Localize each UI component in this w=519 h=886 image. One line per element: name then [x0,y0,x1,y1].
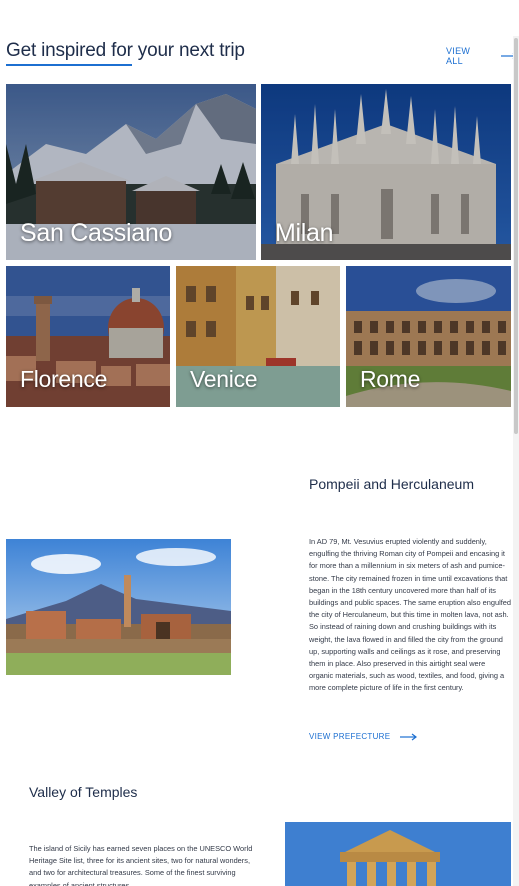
destination-name: Rome [360,366,421,392]
valley-of-temples-image [285,822,511,886]
view-all-link[interactable]: VIEW ALL [446,46,519,66]
title-underline [6,64,132,66]
section-title: Get inspired for your next trip [6,40,245,61]
destination-name: Florence [20,366,108,392]
view-prefecture-link[interactable]: VIEW PREFECTURE [309,732,418,741]
arrow-right-icon [400,733,418,741]
destination-name: San Cassiano [20,219,173,247]
article-body: In AD 79, Mt. Vesuvius erupted violently… [309,537,512,693]
destination-name: Venice [190,366,258,392]
destination-tile-venice[interactable]: Venice [176,266,340,407]
destination-tile-san-cassiano[interactable]: San Cassiano [6,84,256,260]
article-body: The island of Sicily has earned seven pl… [29,844,253,886]
scrollbar-thumb[interactable] [514,38,518,434]
destination-name: Milan [275,219,334,247]
destination-tile-florence[interactable]: Florence [6,266,170,407]
destination-tile-rome[interactable]: Rome [346,266,511,407]
pompeii-image [6,539,231,675]
page: Get inspired for your next trip VIEW ALL [0,0,519,886]
view-prefecture-label: VIEW PREFECTURE [309,732,391,741]
view-all-label: VIEW ALL [446,46,471,66]
article-title: Valley of Temples [29,784,138,800]
article-title: Pompeii and Herculaneum [309,476,474,492]
destination-tile-milan[interactable]: Milan [261,84,511,260]
